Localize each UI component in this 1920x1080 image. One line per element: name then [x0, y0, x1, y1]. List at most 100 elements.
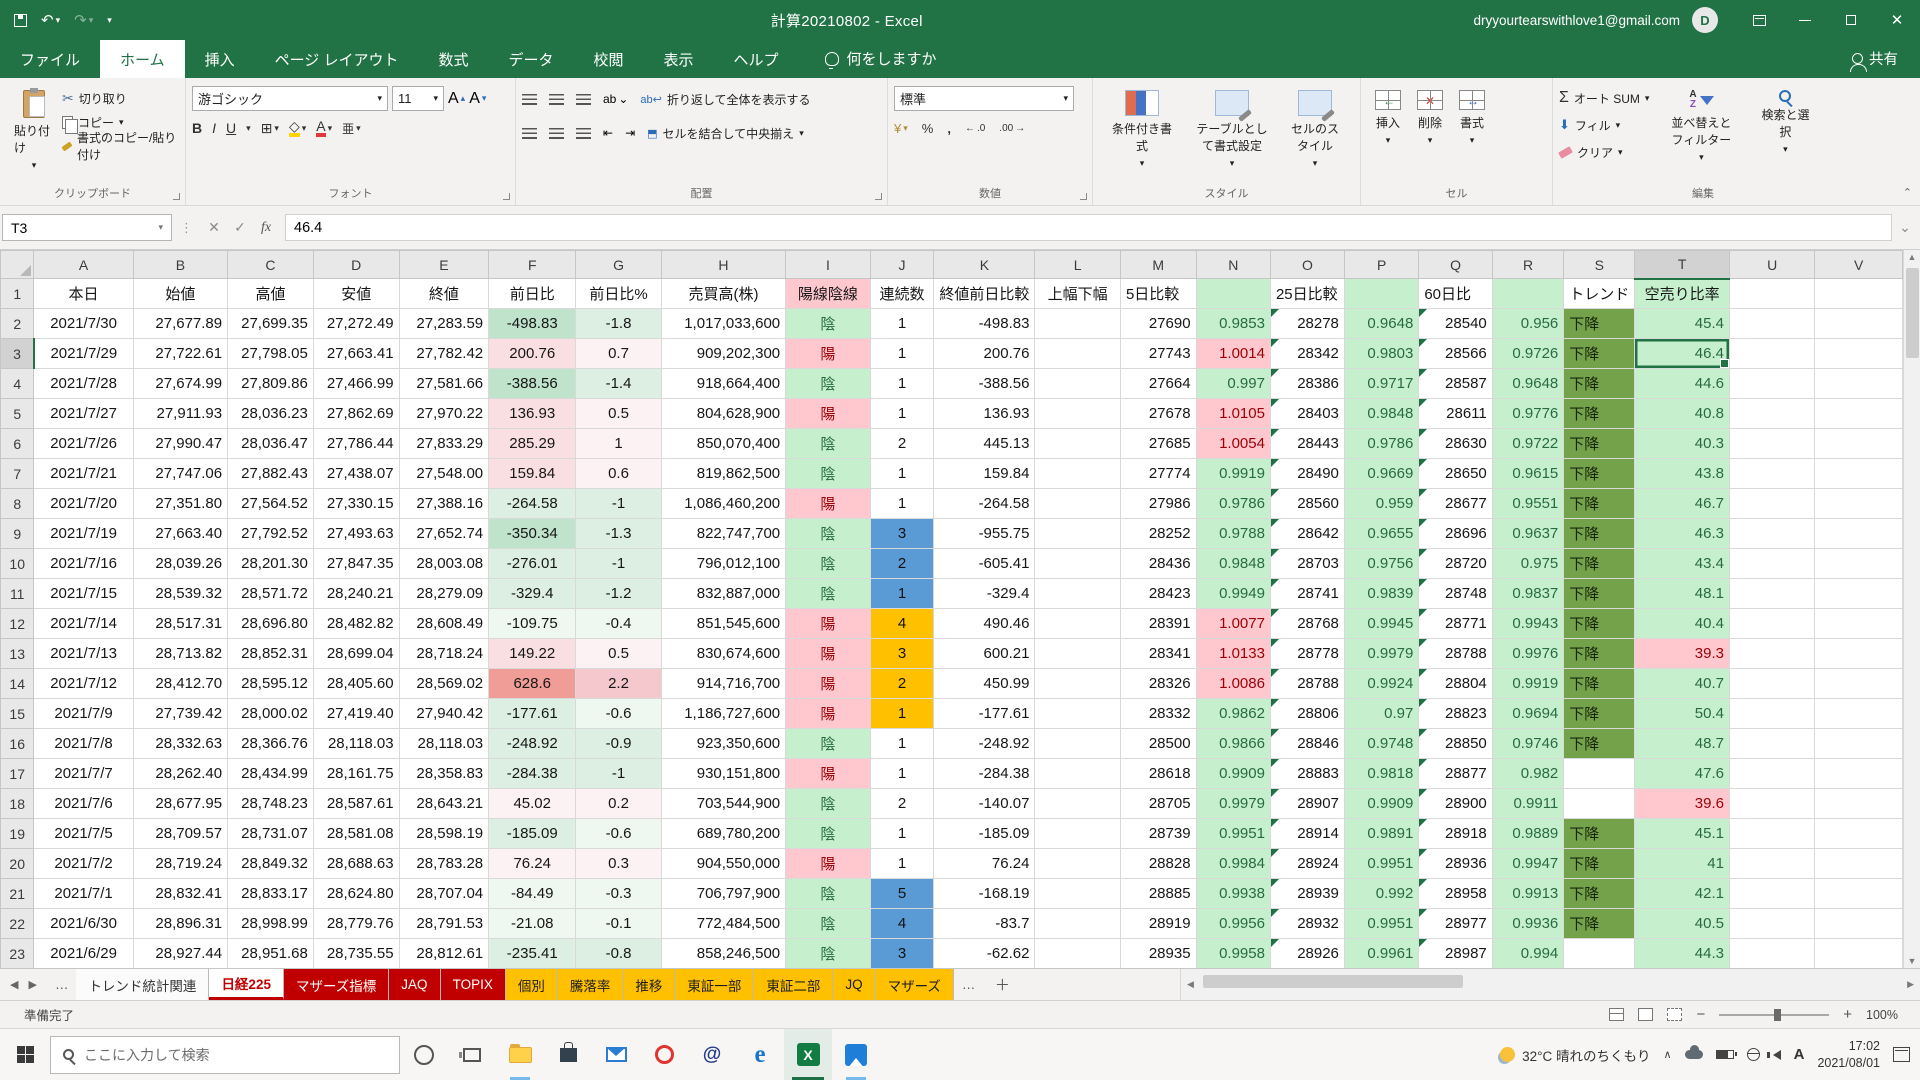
cell-O4[interactable]: 28386: [1270, 369, 1344, 399]
cell-J3[interactable]: 1: [870, 339, 934, 369]
cell-O15[interactable]: 28806: [1270, 699, 1344, 729]
alignment-dialog-launcher-icon[interactable]: [875, 193, 882, 200]
cell-H16[interactable]: 923,350,600: [661, 729, 785, 759]
row-header-13[interactable]: 13: [1, 639, 34, 669]
cell-A12[interactable]: 2021/7/14: [34, 609, 133, 639]
cell-I8[interactable]: 陽: [786, 489, 871, 519]
cell-S20[interactable]: 下降: [1564, 849, 1635, 879]
cell-B1[interactable]: 始値: [133, 279, 227, 309]
align-middle-icon[interactable]: [549, 94, 564, 105]
cell-I18[interactable]: 陰: [786, 789, 871, 819]
cell-H7[interactable]: 819,862,500: [661, 459, 785, 489]
cell-R20[interactable]: 0.9947: [1492, 849, 1564, 879]
cell-A2[interactable]: 2021/7/30: [34, 309, 133, 339]
column-header-L[interactable]: L: [1035, 251, 1121, 279]
cell-I13[interactable]: 陽: [786, 639, 871, 669]
cell-A17[interactable]: 2021/7/7: [34, 759, 133, 789]
cell-A15[interactable]: 2021/7/9: [34, 699, 133, 729]
underline-button[interactable]: U: [226, 120, 236, 136]
cell-T11[interactable]: 48.1: [1635, 579, 1730, 609]
cell-K16[interactable]: -248.92: [934, 729, 1035, 759]
taskbar-clock[interactable]: 17:02 2021/08/01: [1817, 1038, 1880, 1071]
sheet-tab-7[interactable]: 推移: [623, 969, 675, 1000]
cell-D20[interactable]: 28,688.63: [313, 849, 399, 879]
decrease-font-icon[interactable]: A▾: [469, 90, 486, 108]
cell-J19[interactable]: 1: [870, 819, 934, 849]
cell-F10[interactable]: -276.01: [489, 549, 576, 579]
cell-A4[interactable]: 2021/7/28: [34, 369, 133, 399]
cell-A21[interactable]: 2021/7/1: [34, 879, 133, 909]
cell-C19[interactable]: 28,731.07: [228, 819, 314, 849]
cell-P1[interactable]: [1344, 279, 1418, 309]
cell-B7[interactable]: 27,747.06: [133, 459, 227, 489]
cell-U23[interactable]: [1729, 939, 1814, 969]
cell-K12[interactable]: 490.46: [934, 609, 1035, 639]
decrease-indent-icon[interactable]: ⇤: [603, 126, 613, 140]
cell-B2[interactable]: 27,677.89: [133, 309, 227, 339]
cell-D19[interactable]: 28,581.08: [313, 819, 399, 849]
cell-E2[interactable]: 27,283.59: [399, 309, 489, 339]
cell-N21[interactable]: 0.9938: [1196, 879, 1270, 909]
cell-S4[interactable]: 下降: [1564, 369, 1635, 399]
cell-I23[interactable]: 陰: [786, 939, 871, 969]
save-icon[interactable]: [14, 14, 27, 27]
cell-A3[interactable]: 2021/7/29: [34, 339, 133, 369]
new-sheet-button[interactable]: ＋: [989, 972, 1015, 998]
cell-M19[interactable]: 28739: [1120, 819, 1196, 849]
zoom-in-icon[interactable]: +: [1843, 1006, 1852, 1023]
sheet-tab-4[interactable]: TOPIX: [441, 969, 506, 1000]
cell-N6[interactable]: 1.0054: [1196, 429, 1270, 459]
cell-P23[interactable]: 0.9961: [1344, 939, 1418, 969]
cell-E16[interactable]: 28,118.03: [399, 729, 489, 759]
align-left-icon[interactable]: [522, 128, 537, 139]
cell-A23[interactable]: 2021/6/29: [34, 939, 133, 969]
cell-B5[interactable]: 27,911.93: [133, 399, 227, 429]
normal-view-icon[interactable]: [1609, 1008, 1624, 1021]
cell-S23[interactable]: [1564, 939, 1635, 969]
cell-K2[interactable]: -498.83: [934, 309, 1035, 339]
cell-N1[interactable]: [1196, 279, 1270, 309]
cell-D10[interactable]: 27,847.35: [313, 549, 399, 579]
cell-D6[interactable]: 27,786.44: [313, 429, 399, 459]
cell-T9[interactable]: 46.3: [1635, 519, 1730, 549]
cell-L9[interactable]: [1035, 519, 1121, 549]
cell-T8[interactable]: 46.7: [1635, 489, 1730, 519]
cell-G2[interactable]: -1.8: [576, 309, 661, 339]
cell-J12[interactable]: 4: [870, 609, 934, 639]
cell-N11[interactable]: 0.9949: [1196, 579, 1270, 609]
cell-H13[interactable]: 830,674,600: [661, 639, 785, 669]
cell-N15[interactable]: 0.9862: [1196, 699, 1270, 729]
cell-J22[interactable]: 4: [870, 909, 934, 939]
cell-H10[interactable]: 796,012,100: [661, 549, 785, 579]
sheet-nav-right-icon[interactable]: ▶: [28, 978, 36, 991]
cell-P5[interactable]: 0.9848: [1344, 399, 1418, 429]
cell-R10[interactable]: 0.975: [1492, 549, 1564, 579]
cell-U18[interactable]: [1729, 789, 1814, 819]
cell-I22[interactable]: 陰: [786, 909, 871, 939]
cell-S7[interactable]: 下降: [1564, 459, 1635, 489]
cell-R4[interactable]: 0.9648: [1492, 369, 1564, 399]
cell-O20[interactable]: 28924: [1270, 849, 1344, 879]
cell-B6[interactable]: 27,990.47: [133, 429, 227, 459]
cell-E11[interactable]: 28,279.09: [399, 579, 489, 609]
cell-H22[interactable]: 772,484,500: [661, 909, 785, 939]
cell-P19[interactable]: 0.9891: [1344, 819, 1418, 849]
formula-input[interactable]: 46.4: [285, 214, 1892, 241]
cell-U10[interactable]: [1729, 549, 1814, 579]
cell-C20[interactable]: 28,849.32: [228, 849, 314, 879]
cell-H9[interactable]: 822,747,700: [661, 519, 785, 549]
cell-D3[interactable]: 27,663.41: [313, 339, 399, 369]
cell-S17[interactable]: [1564, 759, 1635, 789]
cell-P4[interactable]: 0.9717: [1344, 369, 1418, 399]
cell-E19[interactable]: 28,598.19: [399, 819, 489, 849]
cell-M11[interactable]: 28423: [1120, 579, 1196, 609]
cell-D22[interactable]: 28,779.76: [313, 909, 399, 939]
cell-O9[interactable]: 28642: [1270, 519, 1344, 549]
column-header-U[interactable]: U: [1729, 251, 1814, 279]
cell-V2[interactable]: [1815, 309, 1903, 339]
cut-button[interactable]: ✂切り取り: [62, 86, 179, 110]
cell-T14[interactable]: 40.7: [1635, 669, 1730, 699]
row-header-17[interactable]: 17: [1, 759, 34, 789]
cell-G9[interactable]: -1.3: [576, 519, 661, 549]
ribbon-tab-4[interactable]: 数式: [418, 40, 488, 78]
